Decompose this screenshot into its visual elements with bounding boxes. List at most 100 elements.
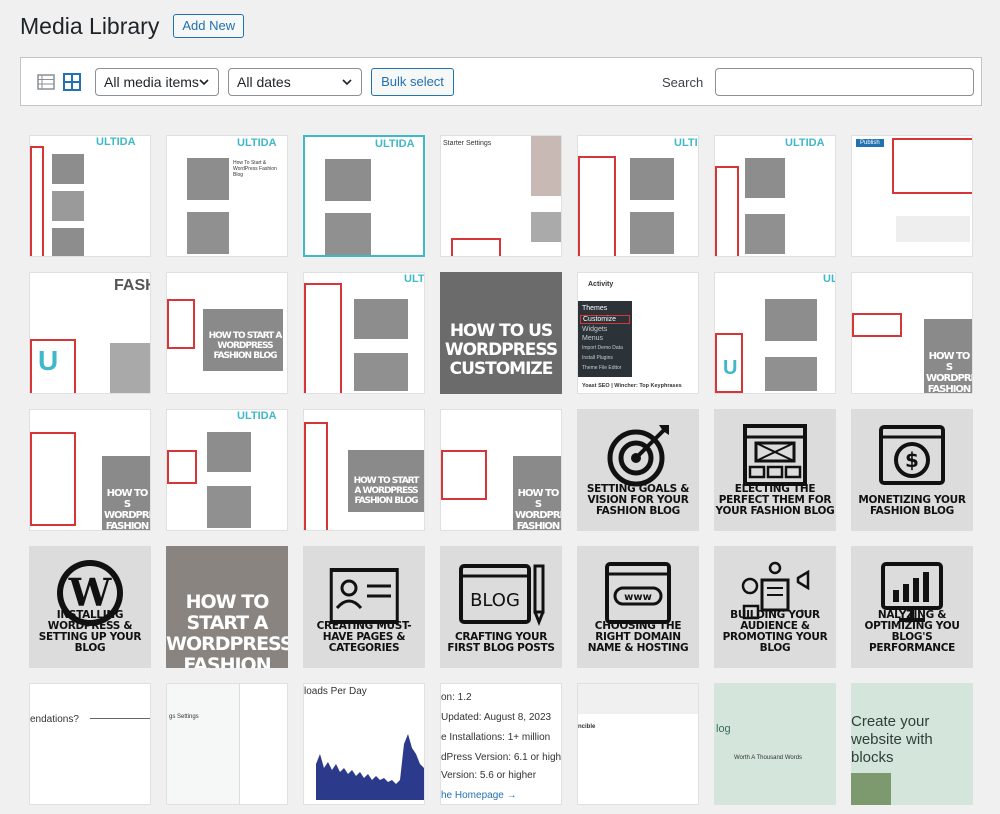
- media-item[interactable]: HOW TO S WORDPRESS FASHION BLOG: [851, 272, 973, 394]
- media-item[interactable]: FASHI U: [29, 272, 151, 394]
- media-item[interactable]: endations?: [29, 683, 151, 805]
- brand-text: ULTIDA: [375, 138, 415, 150]
- www-label: www: [624, 592, 652, 603]
- search-input[interactable]: [715, 68, 974, 96]
- media-item[interactable]: ULTIDA: [29, 135, 151, 257]
- image-text: HOW TO US WORDPRESS CUSTOMIZE: [444, 321, 558, 379]
- image-caption: NALYZING & OPTIMIZING YOU BLOG'S PERFORM…: [864, 609, 960, 654]
- highlight-box: [441, 450, 487, 500]
- media-item[interactable]: on: 1.2 Updated: August 8, 2023 e Instal…: [440, 683, 562, 805]
- highlight-box: [304, 283, 342, 393]
- chevron-down-icon: [199, 79, 209, 86]
- thumbnail-image: [765, 299, 817, 341]
- media-item[interactable]: CREATING MUST-HAVE PAGES & CATEGORIES: [303, 546, 425, 668]
- media-item[interactable]: $ MONETIZING YOUR FASHION BLOG: [851, 409, 973, 531]
- plugin-meta: Updated: August 8, 2023: [441, 712, 552, 723]
- brand-text: ULTIDA: [237, 137, 277, 149]
- bulk-select-button[interactable]: Bulk select: [371, 68, 454, 96]
- media-item[interactable]: gs Settings: [166, 683, 288, 805]
- screenshot-text: log: [716, 723, 731, 735]
- media-item[interactable]: ULT U: [714, 272, 836, 394]
- brand-text: ULT: [404, 273, 425, 285]
- media-item[interactable]: NALYZING & OPTIMIZING YOU BLOG'S PERFORM…: [851, 546, 973, 668]
- media-item[interactable]: HOW TO S WORDPRES FASHION B: [440, 409, 562, 531]
- media-item[interactable]: BLOG CRAFTING YOUR FIRST BLOG POSTS: [440, 546, 562, 668]
- header-band: [578, 684, 698, 714]
- plugin-meta: e Installations: 1+ million: [441, 732, 551, 743]
- thumbnail-image: [630, 158, 674, 200]
- highlight-box: [167, 299, 195, 349]
- media-item[interactable]: log Worth A Thousand Words: [714, 683, 836, 805]
- submenu-item: Themes: [582, 305, 608, 312]
- chevron-down-icon: [342, 79, 352, 86]
- media-item[interactable]: Publish: [851, 135, 973, 257]
- media-item[interactable]: ULTIDA: [714, 135, 836, 257]
- media-item[interactable]: ULT: [303, 272, 425, 394]
- highlight-box: [578, 156, 616, 256]
- grid-view-icon[interactable]: [62, 72, 82, 92]
- screenshot-text: gs Settings: [169, 714, 199, 720]
- media-item[interactable]: ULTIDA: [166, 409, 288, 531]
- media-item[interactable]: HOW TO S WORDPRES FASHION B: [29, 409, 151, 531]
- letter-u: U: [723, 357, 738, 379]
- thumbnail-image: [851, 773, 891, 805]
- media-item[interactable]: HOW TO START A WORDPRESS FASHION BLOG: [303, 409, 425, 531]
- media-item[interactable]: HOW TO START A WORDPRESS FASHION BLOG: [166, 546, 288, 668]
- media-item[interactable]: ULTIDA: [303, 135, 425, 257]
- divider: [90, 718, 150, 719]
- dollar-screen-icon: $: [879, 425, 945, 485]
- media-item[interactable]: loads Per Day: [303, 683, 425, 805]
- plugin-meta: on: 1.2: [441, 692, 472, 703]
- media-item[interactable]: W INSTALLING WORDPRESS & SETTING UP YOUR…: [29, 546, 151, 668]
- media-item[interactable]: HOW TO US WORDPRESS CUSTOMIZE: [440, 272, 562, 394]
- highlight-box: [167, 450, 197, 484]
- image-caption: BUILDING YOUR AUDIENCE & PROMOTING YOUR …: [722, 609, 828, 654]
- thumbnail-image: [325, 213, 371, 255]
- media-item[interactable]: www CHOOSING THE RIGHT DOMAIN NAME & HOS…: [577, 546, 699, 668]
- media-item[interactable]: ncible: [577, 683, 699, 805]
- plugin-meta: Version: 5.6 or higher: [441, 770, 537, 781]
- post-title: How To Start & WordPress Fashion Blog: [233, 160, 277, 178]
- media-item[interactable]: Starter Settings: [440, 135, 562, 257]
- letter-u: U: [38, 345, 59, 376]
- list-view-icon[interactable]: [36, 72, 56, 92]
- brand-text: ULTIDA: [96, 136, 136, 148]
- media-type-filter[interactable]: All media items: [95, 68, 219, 96]
- chart-title: loads Per Day: [304, 686, 367, 697]
- media-item[interactable]: SETTING GOALS & VISION FOR YOUR FASHION …: [577, 409, 699, 531]
- highlight-box: [304, 422, 328, 530]
- brand-text: ULTIDA: [785, 137, 825, 149]
- add-new-button[interactable]: Add New: [173, 14, 245, 38]
- www-icon: www: [605, 562, 671, 624]
- image-caption: SETTING GOALS & VISION FOR YOUR FASHION …: [586, 483, 690, 517]
- thumbnail-image: [531, 136, 561, 196]
- media-item[interactable]: ULTIDA How To Start & WordPress Fashion …: [166, 135, 288, 257]
- brand-text: ULTIDA: [237, 410, 277, 422]
- highlight-box: [30, 432, 76, 526]
- settings-panel: [167, 684, 240, 804]
- image-text: HOW TO S WORDPRES FASHION B: [515, 488, 561, 531]
- image-text: HOW TO START A WORDPRESS FASHION BLOG: [166, 591, 288, 669]
- thumbnail-image: [110, 343, 150, 393]
- media-item[interactable]: Activity Themes Customize Widgets Menus …: [577, 272, 699, 394]
- screenshot-text: endations?: [30, 714, 79, 725]
- media-item[interactable]: ULTI: [577, 135, 699, 257]
- panel-heading: Starter Settings: [443, 140, 492, 147]
- submenu-item: Menus: [582, 335, 604, 342]
- submenu-item: Install Plugins: [582, 355, 613, 361]
- date-filter[interactable]: All dates: [228, 68, 362, 96]
- thumbnail-image: [207, 432, 251, 472]
- blog-label: BLOG: [470, 590, 520, 611]
- media-item[interactable]: ♪ BUILDING YOUR AUDIENCE & PROMOTING YOU…: [714, 546, 836, 668]
- media-item[interactable]: HOW TO START A WORDPRESS FASHION BLOG: [166, 272, 288, 394]
- media-item[interactable]: ELECTING THE PERFECT THEM FOR YOUR FASHI…: [714, 409, 836, 531]
- screenshot-text: ncible: [578, 724, 596, 730]
- image-caption: INSTALLING WORDPRESS & SETTING UP YOUR B…: [38, 609, 142, 654]
- media-item[interactable]: Create your website with blocks: [851, 683, 973, 805]
- highlight-box: [852, 313, 902, 337]
- highlight-box: [892, 138, 972, 194]
- thumbnail-image: [745, 214, 785, 254]
- image-caption: CRAFTING YOUR FIRST BLOG POSTS: [447, 631, 555, 654]
- layout-icon: [743, 424, 807, 486]
- media-type-filter-value: All media items: [104, 74, 199, 90]
